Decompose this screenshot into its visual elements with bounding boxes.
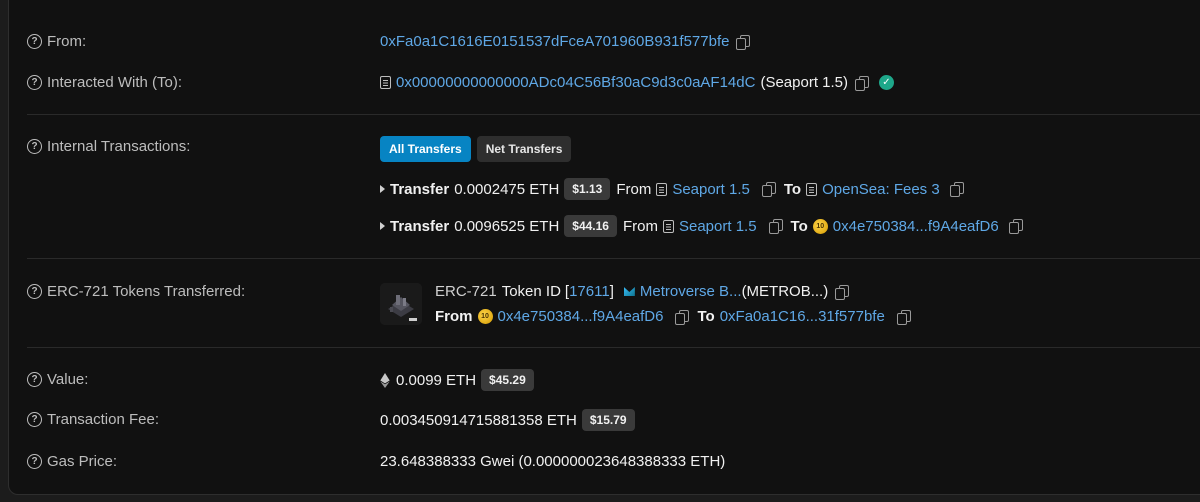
internal-transfer-row: Transfer 0.0002475 ETH $1.13 From Seapor… [380, 178, 964, 200]
fee-label-row: ? Transaction Fee: [27, 411, 159, 428]
copy-icon[interactable] [949, 182, 964, 197]
help-icon[interactable]: ? [27, 139, 42, 154]
to-label-row: ? Interacted With (To): [27, 74, 182, 91]
caret-right-icon[interactable] [380, 222, 385, 230]
copy-icon[interactable] [768, 219, 783, 234]
internal-label: Internal Transactions: [47, 138, 191, 155]
from-word: From [616, 180, 652, 198]
to-word: To [790, 217, 808, 235]
tab-net-transfers[interactable]: Net Transfers [476, 136, 572, 162]
copy-icon[interactable] [835, 284, 850, 300]
transfer-to-link[interactable]: OpenSea: Fees 3 [822, 181, 940, 198]
to-value: 0x00000000000000ADc04C56Bf30aC9d3c0aAF14… [380, 74, 894, 91]
usd-badge: $45.29 [481, 369, 534, 391]
token-id-link[interactable]: 17611 [569, 283, 610, 300]
internal-transfer-row: Transfer 0.0096525 ETH $44.16 From Seapo… [380, 215, 1023, 237]
to-word: To [697, 308, 715, 325]
usd-badge: $15.79 [581, 409, 635, 431]
coin-avatar-icon: 10 [477, 309, 493, 324]
help-icon[interactable]: ? [27, 75, 42, 90]
from-value: 0xFa0a1C1616E0151537dFceA701960B931f577b… [380, 33, 751, 50]
fee-value: 0.003450914715881358 ETH $15.79 [380, 409, 641, 431]
fee-label: Transaction Fee: [47, 411, 159, 428]
fee-amount: 0.003450914715881358 ETH [380, 411, 577, 429]
ethereum-icon [380, 372, 390, 388]
bracket-close: ] [609, 283, 614, 300]
value-label-row: ? Value: [27, 371, 88, 388]
erc721-to-link[interactable]: 0xFa0a1C16...31f577bfe [720, 308, 885, 325]
help-icon[interactable]: ? [27, 412, 42, 427]
caret-right-icon[interactable] [380, 185, 385, 193]
help-icon[interactable]: ? [27, 34, 42, 49]
contract-icon [380, 76, 391, 89]
transfer-prefix: Transfer [390, 217, 450, 235]
contract-icon [662, 219, 674, 233]
copy-icon[interactable] [1008, 219, 1023, 234]
help-icon[interactable]: ? [27, 454, 42, 469]
divider [27, 114, 1200, 115]
from-word: From [622, 217, 658, 235]
transfer-amount: 0.0002475 ETH [454, 180, 560, 198]
verified-check-icon: ✓ [879, 75, 894, 90]
collection-symbol: (METROB...) [741, 283, 829, 300]
coin-avatar-icon: 10 [812, 218, 828, 234]
erc721-from-link[interactable]: 0x4e750384...f9A4eafD6 [498, 308, 664, 325]
internal-tabs: All Transfers Net Transfers [380, 136, 577, 162]
to-contract-name: (Seaport 1.5) [760, 74, 848, 91]
copy-icon[interactable] [761, 182, 776, 197]
copy-icon[interactable] [855, 75, 869, 91]
usd-badge: $1.13 [564, 178, 611, 200]
erc721-label: ERC-721 Tokens Transferred: [47, 283, 246, 300]
copy-icon[interactable] [736, 34, 751, 50]
gas-label-row: ? Gas Price: [27, 453, 117, 470]
copy-icon[interactable] [675, 309, 690, 325]
transfer-to-link[interactable]: 0x4e750384...f9A4eafD6 [833, 218, 999, 235]
transfer-from-link[interactable]: Seaport 1.5 [672, 181, 750, 198]
from-label: From: [47, 33, 87, 50]
tab-all-transfers[interactable]: All Transfers [380, 136, 471, 162]
divider [27, 258, 1200, 259]
erc721-fromto-line: From 10 0x4e750384...f9A4eafD6 To 0xFa0a… [435, 308, 911, 325]
internal-label-row: ? Internal Transactions: [27, 138, 190, 155]
from-word: From [435, 308, 473, 325]
copy-icon[interactable] [896, 309, 911, 325]
transfer-amount: 0.0096525 ETH [454, 217, 560, 235]
gas-value: 23.648388333 Gwei (0.000000023648388333 … [380, 453, 725, 470]
value-value: 0.0099 ETH $45.29 [380, 369, 540, 391]
gas-label: Gas Price: [47, 453, 118, 470]
contract-icon [806, 182, 818, 196]
gas-amount: 23.648388333 Gwei (0.000000023648388333 … [380, 453, 726, 470]
nft-thumbnail[interactable] [380, 283, 422, 325]
divider [27, 347, 1200, 348]
token-standard: ERC-721 [435, 283, 497, 300]
to-label: Interacted With (To): [47, 74, 183, 91]
transfer-from-link[interactable]: Seaport 1.5 [679, 218, 757, 235]
help-icon[interactable]: ? [27, 372, 42, 387]
to-word: To [783, 180, 802, 198]
contract-icon [656, 182, 668, 196]
to-address-link[interactable]: 0x00000000000000ADc04C56Bf30aC9d3c0aAF14… [396, 74, 755, 91]
transfer-prefix: Transfer [390, 180, 450, 198]
from-address-link[interactable]: 0xFa0a1C1616E0151537dFceA701960B931f577b… [380, 33, 729, 50]
collection-link[interactable]: Metroverse B... [640, 283, 742, 300]
erc721-label-row: ? ERC-721 Tokens Transferred: [27, 283, 245, 300]
value-amount: 0.0099 ETH [396, 371, 477, 389]
help-icon[interactable]: ? [27, 284, 42, 299]
usd-badge: $44.16 [564, 215, 617, 237]
token-id-label: Token ID [501, 283, 561, 300]
from-label-row: ? From: [27, 33, 86, 50]
metroverse-logo-icon [624, 287, 635, 296]
value-label: Value: [47, 371, 89, 388]
erc721-token-line: ERC-721 Token ID [ 17611 ] Metroverse B.… [435, 283, 850, 300]
